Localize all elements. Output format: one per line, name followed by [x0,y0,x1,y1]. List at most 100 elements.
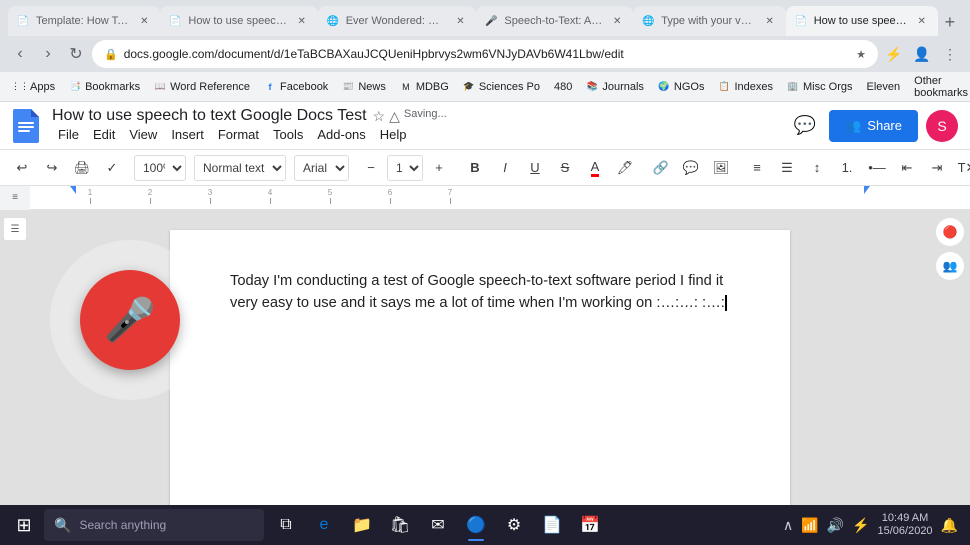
forward-button[interactable]: › [36,42,60,66]
taskbar-explorer[interactable]: 📁 [344,507,380,543]
bookmark-journals[interactable]: 📚 Journals [580,76,650,98]
text-color-button[interactable]: A [581,154,609,182]
font-select[interactable]: Arial [294,155,349,181]
insert-comment-button[interactable]: 💬 [677,154,705,182]
bookmark-eleven[interactable]: Eleven [861,76,907,98]
tab-3-close[interactable]: ✕ [452,13,468,29]
drive-icon[interactable]: △ [389,108,400,125]
taskbar-docs-app[interactable]: 📄 [534,507,570,543]
tab-2-close[interactable]: ✕ [294,13,310,29]
system-clock[interactable]: 10:49 AM 15/06/2020 [878,512,933,538]
bookmark-news[interactable]: 📰 News [336,76,392,98]
other-bookmarks[interactable]: Other bookmarks [908,76,970,98]
tab-3[interactable]: 🌐 Ever Wondered: How d... ✕ [318,6,477,36]
bookmark-miscorgs[interactable]: 🏢 Misc Orgs [781,76,859,98]
taskbar-taskview[interactable]: ⧉ [268,507,304,543]
font-size-decrease[interactable]: − [357,154,385,182]
undo-button[interactable]: ↩ [8,154,36,182]
tab-1[interactable]: 📄 Template: How To Arti... ✕ [8,6,160,36]
profile-button[interactable]: 👤 [910,42,934,66]
menu-edit[interactable]: Edit [87,125,121,144]
italic-button[interactable]: I [491,154,519,182]
menu-button[interactable]: ⋮ [938,42,962,66]
font-size-select[interactable]: 11 [387,155,423,181]
insert-image-button[interactable]: 🖼 [707,154,735,182]
right-margin-marker[interactable] [864,186,870,194]
tab-2[interactable]: 📄 How to use speech to t... ✕ [160,6,317,36]
comment-button[interactable]: 💬 [789,110,821,142]
align-left-button[interactable]: ≡ [743,154,771,182]
spellcheck-button[interactable]: ✓ [98,154,126,182]
bookmark-apps[interactable]: ⋮⋮ Apps [8,76,61,98]
bookmark-wordref[interactable]: 📖 Word Reference [148,76,256,98]
line-spacing-button[interactable]: ↕ [803,154,831,182]
menu-addons[interactable]: Add-ons [311,125,371,144]
bookmark-facebook[interactable]: f Facebook [258,76,334,98]
font-size-increase[interactable]: + [425,154,453,182]
redo-button[interactable]: ↪ [38,154,66,182]
bold-button[interactable]: B [461,154,489,182]
notification-tray-icon[interactable]: 🔔 [941,517,958,534]
taskbar-chrome[interactable]: 🔵 [458,507,494,543]
indent-more-button[interactable]: ⇥ [923,154,951,182]
menu-file[interactable]: File [52,125,85,144]
tab-1-close[interactable]: ✕ [136,13,152,29]
menu-insert[interactable]: Insert [165,125,210,144]
reload-button[interactable]: ↻ [64,42,88,66]
menu-view[interactable]: View [123,125,163,144]
bullet-list-button[interactable]: •— [863,154,891,182]
menu-format[interactable]: Format [212,125,265,144]
share-button[interactable]: 👥 Share [829,110,918,142]
docs-title[interactable]: How to use speech to text Google Docs Te… [52,107,367,125]
bookmark-bookmarks[interactable]: 📑 Bookmarks [63,76,146,98]
numbered-list-button[interactable]: 1. [833,154,861,182]
clear-format-button[interactable]: T✕ [953,154,970,182]
taskbar-store[interactable]: 🛍 [382,507,418,543]
zoom-select[interactable]: 100% [134,155,186,181]
tab-5[interactable]: 🌐 Type with your voice -... ✕ [633,6,786,36]
menu-tools[interactable]: Tools [267,125,309,144]
bookmark-mdbg[interactable]: M MDBG [394,76,455,98]
taskbar-mail[interactable]: ✉ [420,507,456,543]
start-button[interactable]: ⊞ [8,509,40,541]
left-margin-marker[interactable] [70,186,76,194]
taskbar-edge[interactable]: e [306,507,342,543]
strikethrough-button[interactable]: S [551,154,579,182]
tab-4-close[interactable]: ✕ [609,13,625,29]
bookmark-sciencespo[interactable]: 🎓 Sciences Po [457,76,546,98]
print-button[interactable]: 🖨 [68,154,96,182]
style-select[interactable]: Normal text [194,155,286,181]
bookmark-ngos[interactable]: 🌍 NGOs [652,76,711,98]
tray-icons[interactable]: ∧ [783,517,793,534]
voice-record-button[interactable]: 🎤 [80,270,180,370]
document-content[interactable]: Today I'm conducting a test of Google sp… [230,270,730,314]
link-button[interactable]: 🔗 [647,154,675,182]
indent-less-button[interactable]: ⇤ [893,154,921,182]
battery-icon[interactable]: ⚡ [852,517,869,534]
taskbar-search-box[interactable]: 🔍 Search anything [44,509,264,541]
tab-6-active[interactable]: 📄 How to use speech to... ✕ [786,6,938,36]
address-input[interactable]: 🔒 docs.google.com/document/d/1eTaBCBAXau… [92,40,878,68]
bookmark-indexes[interactable]: 📋 Indexes [712,76,779,98]
underline-button[interactable]: U [521,154,549,182]
extensions-button[interactable]: ⚡ [882,42,906,66]
align-center-button[interactable]: ☰ [773,154,801,182]
network-icon[interactable]: 📶 [801,517,818,534]
tab-5-close[interactable]: ✕ [762,13,778,29]
bookmark-480[interactable]: 480 [548,76,578,98]
taskbar-calendar[interactable]: 📅 [572,507,608,543]
volume-icon[interactable]: 🔊 [827,517,844,534]
outline-icon[interactable]: ☰ [4,218,26,240]
notification-icon[interactable]: 🔴 [936,218,964,246]
menu-help[interactable]: Help [374,125,413,144]
tab-6-close[interactable]: ✕ [914,13,930,29]
taskbar-settings[interactable]: ⚙ [496,507,532,543]
right-panel-icon-2[interactable]: 👥 [936,252,964,280]
user-avatar[interactable]: S [926,110,958,142]
back-button[interactable]: ‹ [8,42,32,66]
tab-4[interactable]: 🎤 Speech-to-Text: Autom... ✕ [476,6,633,36]
new-tab-button[interactable]: + [938,8,962,36]
ruler-toggle-left[interactable]: ≡ [0,186,30,210]
star-icon[interactable]: ☆ [373,108,386,125]
highlight-button[interactable]: 🖊 [611,154,639,182]
